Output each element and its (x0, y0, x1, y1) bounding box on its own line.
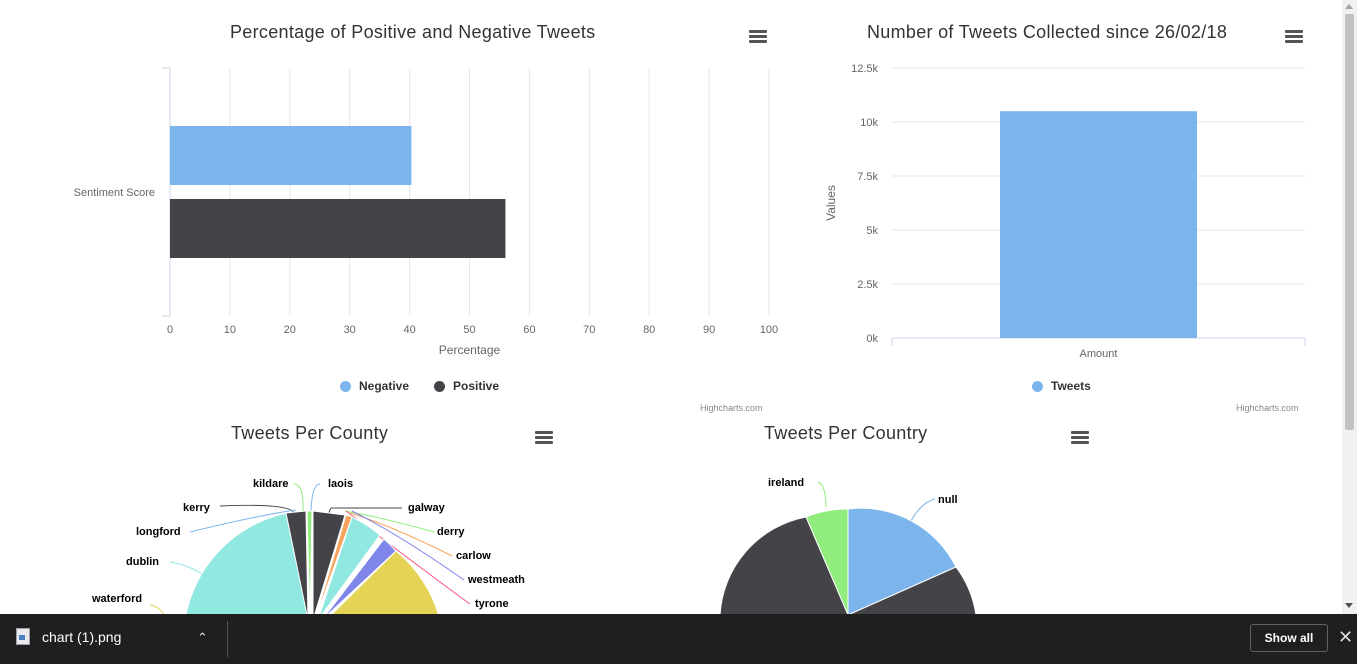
x-tick-label: 20 (284, 324, 296, 336)
y-tick-label: 0k (866, 333, 878, 345)
x-tick-label: 70 (583, 324, 595, 336)
x-axis-title: Percentage (439, 343, 501, 357)
bar-tweets (1000, 111, 1197, 338)
legend-tweets[interactable]: Tweets (1032, 379, 1091, 393)
sentiment-credit[interactable]: Highcharts.com (700, 403, 763, 413)
download-item[interactable]: chart (1).png (16, 628, 121, 645)
county-chart-title: Tweets Per County (231, 423, 389, 443)
x-tick-label: 90 (703, 324, 715, 336)
scroll-up-arrow[interactable] (1345, 4, 1353, 9)
county-label-longford: longford (136, 526, 181, 538)
y-tick-label: 12.5k (851, 63, 878, 75)
connector-null (909, 498, 936, 524)
legend-negative-label: Negative (359, 379, 410, 393)
country-pie-chart (719, 481, 977, 615)
county-label-westmeath: westmeath (468, 574, 525, 586)
legend-tweets-label: Tweets (1051, 379, 1091, 393)
y-tick-label: 7.5k (857, 171, 878, 183)
legend-tweets-dot (1032, 380, 1043, 392)
county-label-kildare: kildare (253, 478, 289, 490)
x-tick-label: 100 (760, 324, 778, 336)
page-scrollbar[interactable] (1342, 0, 1357, 614)
x-tick-label: 40 (403, 324, 415, 336)
county-label-derry: derry (437, 526, 465, 538)
x-tick-label: 0 (167, 324, 173, 336)
country-menu-icon[interactable] (1071, 430, 1089, 446)
bar-positive (170, 199, 506, 258)
download-file-name: chart (1).png (42, 628, 122, 645)
close-icon[interactable]: ✕ (1338, 627, 1353, 648)
legend-positive-label: Positive (453, 379, 500, 393)
connector-ireland (817, 481, 827, 508)
sentiment-bar-chart: 0 10 20 30 40 50 60 70 80 90 100 Sentiment Score Per… (74, 67, 778, 357)
x-tick-label: 80 (643, 324, 655, 336)
legend-negative-dot (340, 380, 351, 392)
county-label-kerry: kerry (183, 502, 210, 514)
county-label-galway: galway (408, 502, 445, 514)
country-label-null: null (938, 494, 958, 506)
y-tick-label: 5k (866, 225, 878, 237)
legend-positive[interactable]: Positive (434, 379, 499, 393)
y-axis-title: Values (824, 185, 838, 221)
county-label-tyrone: tyrone (475, 598, 509, 610)
show-all-button[interactable]: Show all (1250, 624, 1328, 652)
y-tick-label: 10k (860, 117, 878, 129)
legend-positive-dot (434, 380, 445, 392)
tweets-column-chart: 0k 2.5k 5k 7.5k 10k 12.5k Amount Values (824, 63, 1306, 360)
county-label-carlow: carlow (456, 550, 491, 562)
x-tick-label: 30 (344, 324, 356, 336)
county-menu-icon[interactable] (535, 430, 553, 446)
county-label-laois: laois (328, 478, 354, 490)
image-file-icon (16, 628, 30, 645)
scroll-thumb[interactable] (1345, 14, 1354, 430)
tweets-credit[interactable]: Highcharts.com (1236, 403, 1299, 413)
county-pie-chart (149, 483, 471, 615)
connector-kildare (293, 483, 304, 512)
bar-negative (170, 126, 412, 185)
chevron-up-icon[interactable]: ⌃ (197, 630, 208, 646)
legend-negative[interactable]: Negative (340, 379, 409, 393)
y-tick-label: 2.5k (857, 279, 878, 291)
connector-galway (328, 507, 402, 514)
x-tick-label: 60 (523, 324, 535, 336)
x-category-label: Amount (1080, 348, 1118, 360)
county-label-waterford: waterford (92, 593, 143, 605)
country-label-ireland: ireland (768, 477, 805, 489)
scroll-down-arrow[interactable] (1345, 603, 1353, 608)
x-tick-label: 10 (224, 324, 236, 336)
county-label-dublin: dublin (126, 556, 159, 568)
connector-laois (310, 483, 321, 512)
x-tick-label: 50 (463, 324, 475, 336)
download-bar: chart (1).png ⌃ Show all ✕ (0, 614, 1357, 664)
category-label: Sentiment Score (74, 187, 155, 199)
download-divider (227, 621, 228, 657)
country-chart-title: Tweets Per Country (764, 423, 928, 443)
